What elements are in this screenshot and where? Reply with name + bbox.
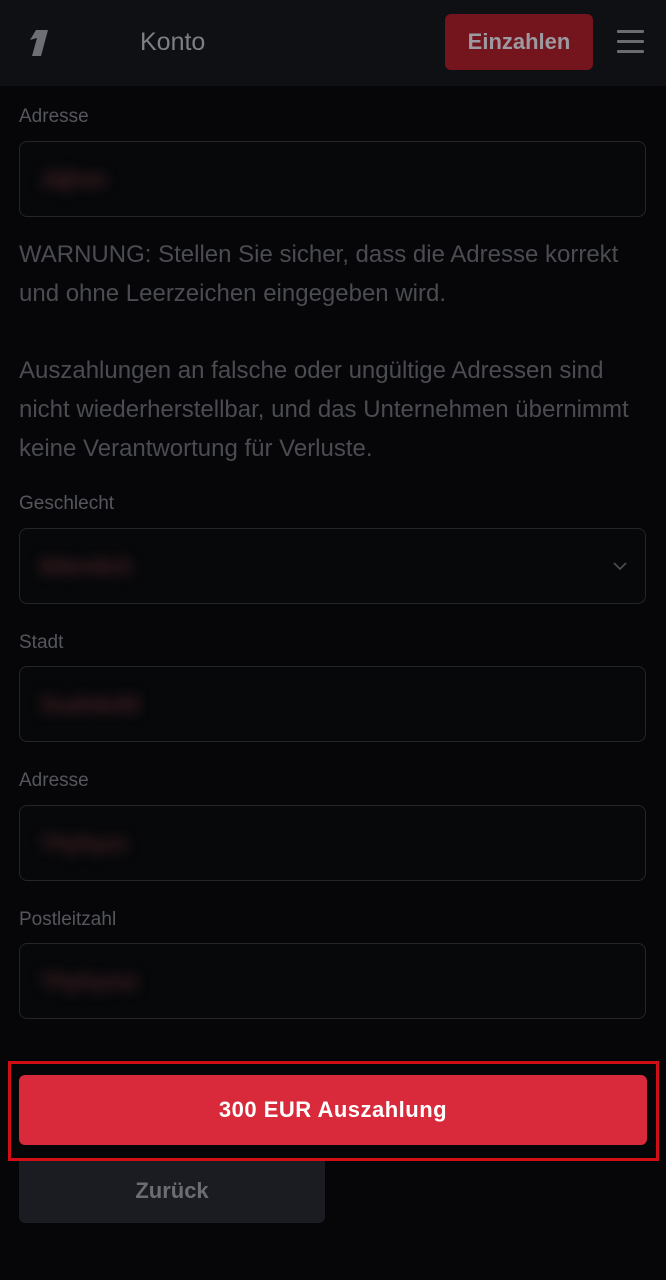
gender-value: Männlich [40,553,133,579]
hamburger-menu-icon[interactable] [617,30,644,54]
postal-code-value: Yhyhyzsz [40,968,139,994]
top-bar: Konto Einzahlen [0,0,666,86]
chevron-down-icon [613,562,627,571]
address-input-2[interactable]: Yhyhyzs [19,805,646,881]
postal-code-input[interactable]: Yhyhyzsz [19,943,646,1019]
address-value-2: Yhyhyzs [40,830,127,856]
withdraw-button[interactable]: 300 EUR Auszahlung [19,1075,647,1145]
page-title: Konto [140,28,206,56]
address-value: Jäjhsn [40,166,107,192]
deposit-button[interactable]: Einzahlen [445,14,593,70]
address-label-2: Adresse [19,770,89,791]
postal-code-label: Postleitzahl [19,909,117,930]
logo-1-icon[interactable] [28,26,50,60]
city-value: Suahdufd [40,691,139,717]
warning-loss-text: Auszahlungen an falsche oder ungültige A… [19,357,629,462]
address-input[interactable]: Jäjhsn [19,141,646,217]
address-label: Adresse [19,106,89,127]
gender-select[interactable]: Männlich [19,528,646,604]
city-label: Stadt [19,632,64,653]
city-input[interactable]: Suahdufd [19,666,646,742]
gender-label: Geschlecht [19,493,115,514]
back-button[interactable]: Zurück [19,1158,325,1223]
warning-text: WARNUNG: Stellen Sie sicher, dass die Ad… [19,241,619,307]
